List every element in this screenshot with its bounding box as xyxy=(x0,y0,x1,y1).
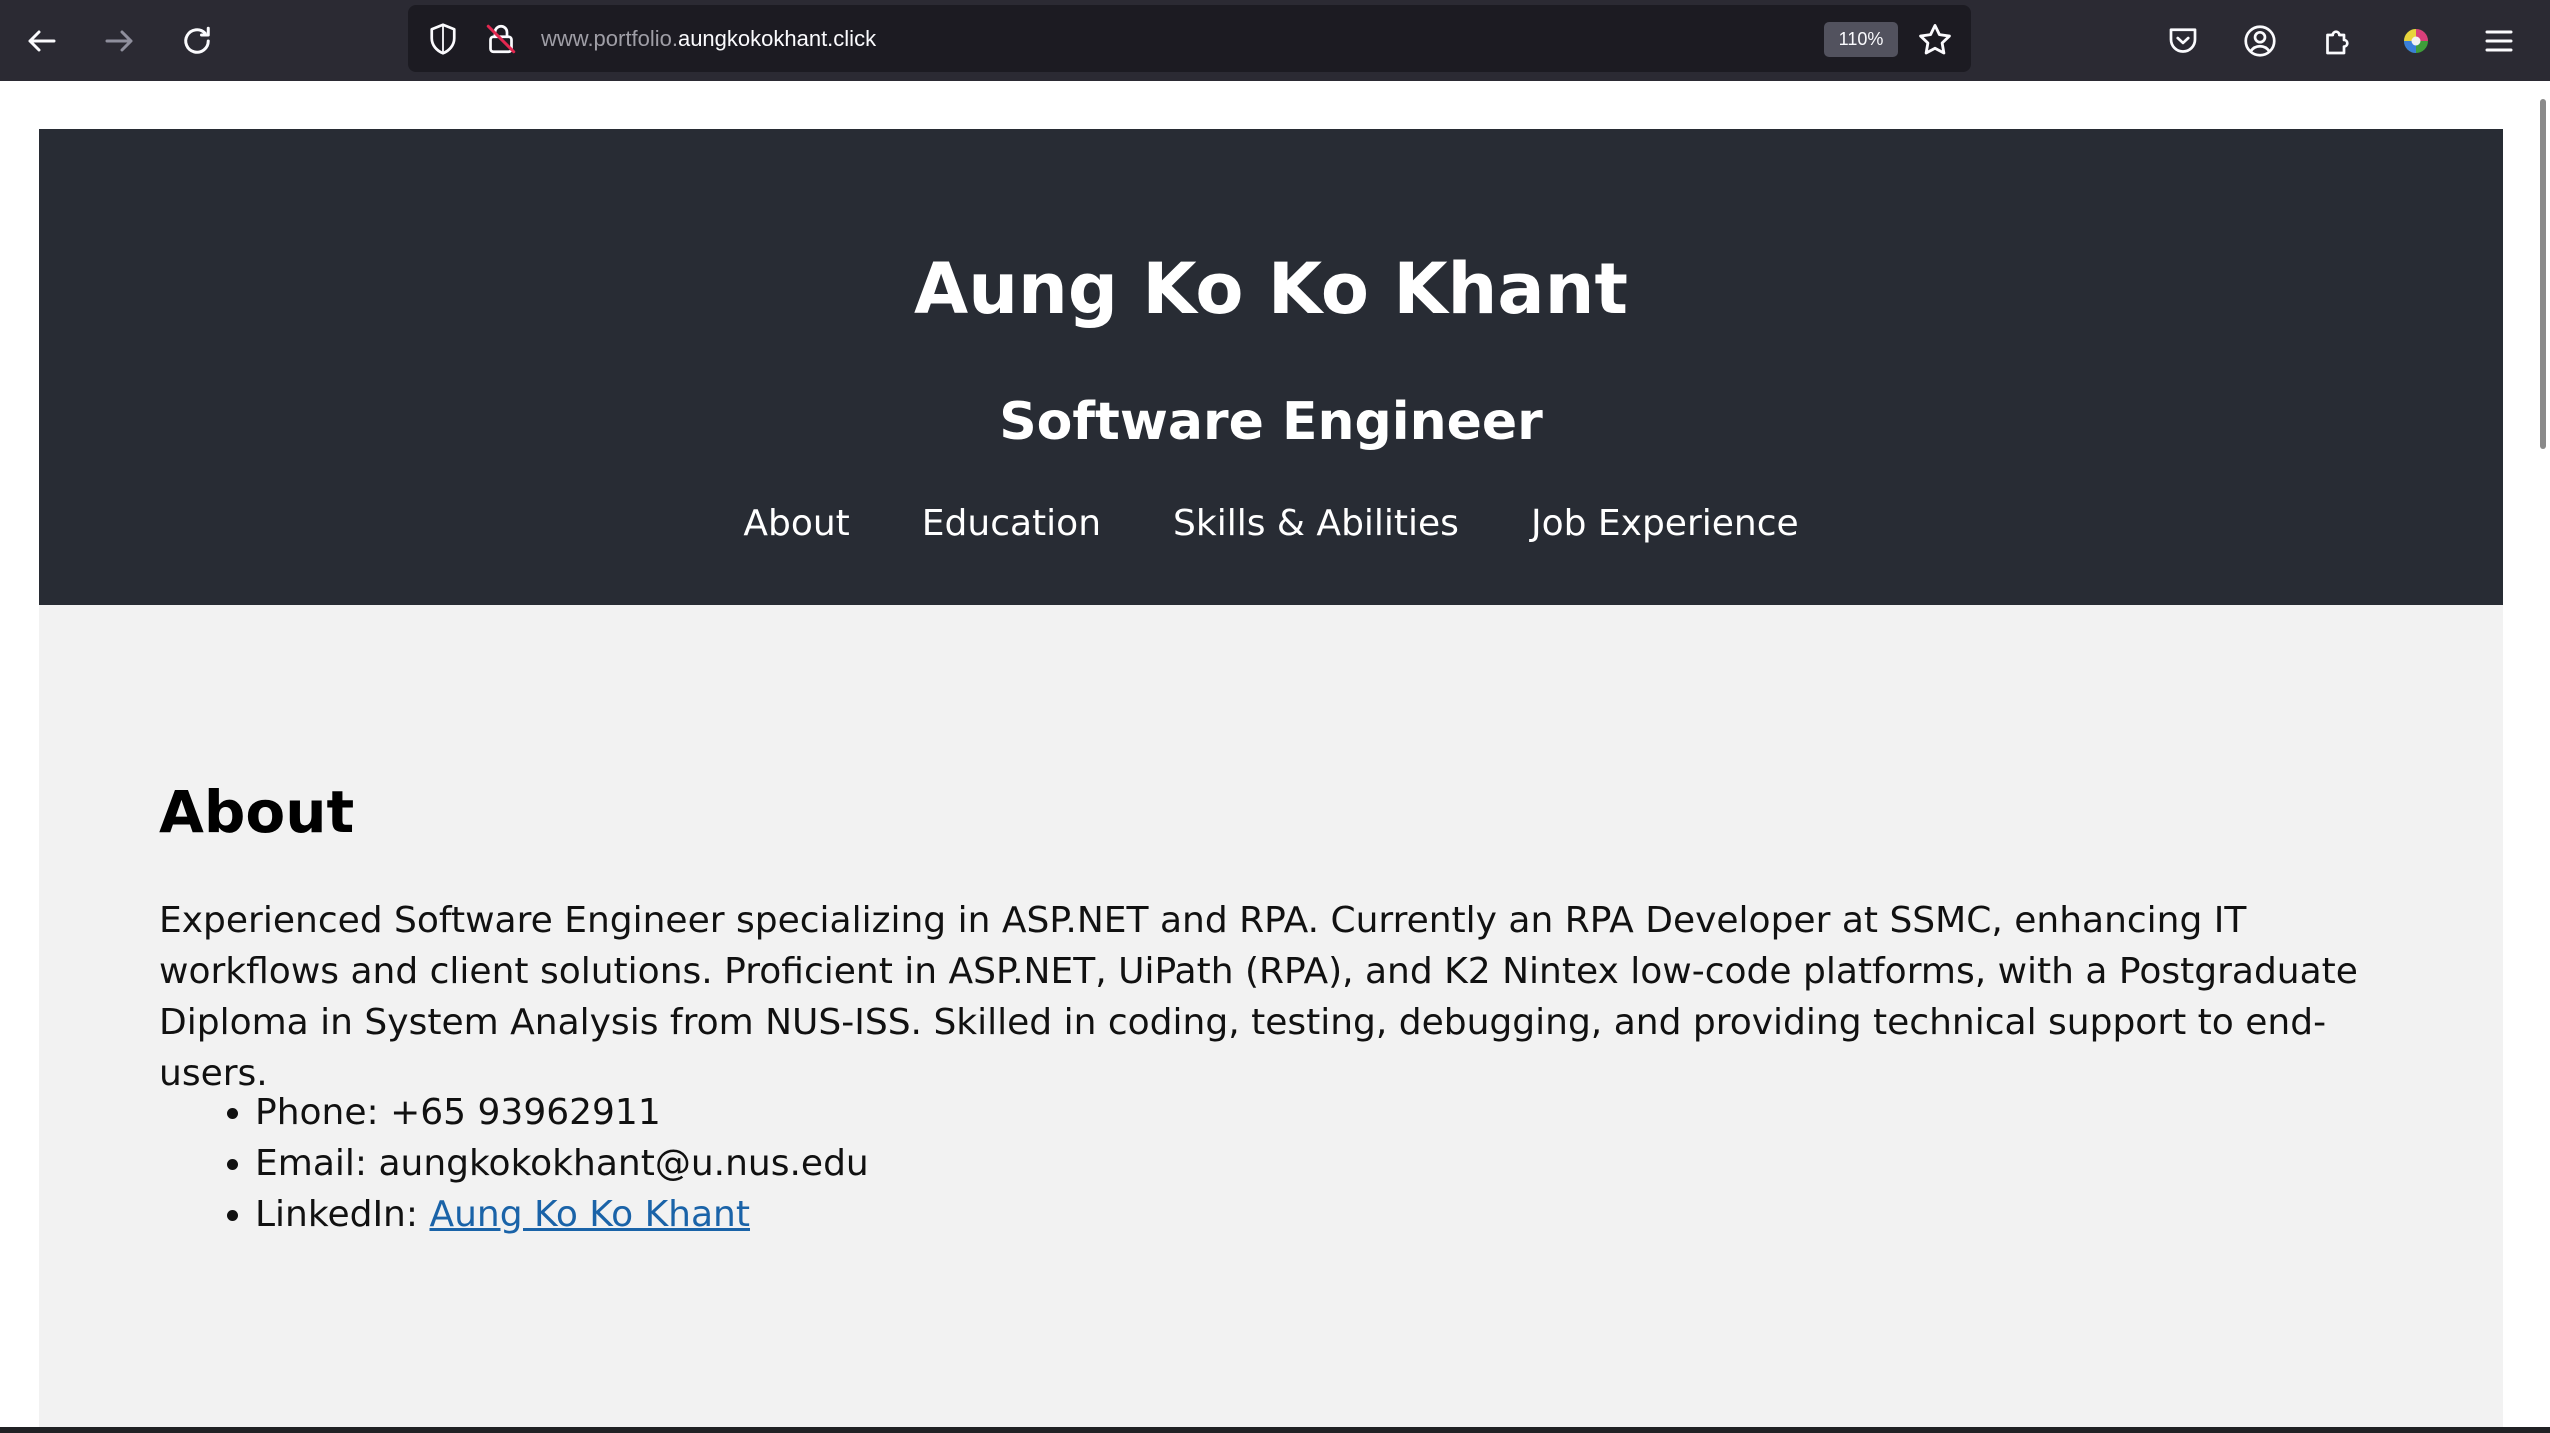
about-description: Experienced Software Engineer specializi… xyxy=(159,900,2358,1094)
zoom-level-button[interactable]: 110% xyxy=(1824,22,1898,57)
contact-email: Email: aungkokokhant@u.nus.edu xyxy=(255,1138,869,1189)
contact-phone: Phone: +65 93962911 xyxy=(255,1087,869,1138)
site-security-button[interactable] xyxy=(483,21,519,57)
url-prefix: www.portfolio. xyxy=(541,26,678,51)
profile-extension-button[interactable] xyxy=(2387,12,2445,70)
hamburger-menu-icon xyxy=(2485,30,2513,52)
reload-icon xyxy=(184,26,210,54)
nav-link-about[interactable]: About xyxy=(743,499,849,549)
site-header: Aung Ko Ko Khant Software Engineer About… xyxy=(39,129,2503,605)
about-section: About Experienced Software Engineer spec… xyxy=(39,605,2503,1429)
tracking-protection-button[interactable] xyxy=(425,21,461,57)
window-bottom-edge xyxy=(0,1427,2550,1433)
page-viewport: Aung Ko Ko Khant Software Engineer About… xyxy=(0,81,2550,1429)
account-button[interactable] xyxy=(2231,12,2289,70)
linkedin-link[interactable]: Aung Ko Ko Khant xyxy=(429,1194,750,1235)
pocket-button[interactable] xyxy=(2154,12,2212,70)
about-title: About xyxy=(159,778,355,846)
star-icon xyxy=(1919,24,1951,55)
extensions-button[interactable] xyxy=(2309,12,2367,70)
arrow-right-icon xyxy=(105,30,133,52)
url-text[interactable]: www.portfolio.aungkokokhant.click xyxy=(541,25,876,53)
colorful-extension-icon xyxy=(2404,29,2428,53)
account-icon xyxy=(2244,25,2276,57)
pocket-icon xyxy=(2169,28,2197,53)
nav-link-job-experience[interactable]: Job Experience xyxy=(1531,499,1799,549)
linkedin-label: LinkedIn: xyxy=(255,1194,430,1235)
contact-linkedin: LinkedIn: Aung Ko Ko Khant xyxy=(255,1189,869,1240)
nav-link-skills[interactable]: Skills & Abilities xyxy=(1173,499,1459,549)
back-button[interactable] xyxy=(13,12,71,70)
site-role: Software Engineer xyxy=(999,392,1543,452)
bookmark-button[interactable] xyxy=(1916,21,1954,59)
contact-list: Phone: +65 93962911 Email: aungkokokhant… xyxy=(159,1087,869,1240)
lock-insecure-icon xyxy=(486,24,516,54)
page-scrollbar[interactable] xyxy=(2540,99,2546,449)
forward-button[interactable] xyxy=(90,12,148,70)
site-nav: About Education Skills & Abilities Job E… xyxy=(39,499,2503,549)
browser-toolbar: www.portfolio.aungkokokhant.click 110% xyxy=(0,0,2550,81)
reload-button[interactable] xyxy=(168,12,226,70)
puzzle-icon xyxy=(2326,30,2349,55)
app-menu-button[interactable] xyxy=(2470,12,2528,70)
shield-icon xyxy=(430,23,456,55)
nav-link-education[interactable]: Education xyxy=(922,499,1101,549)
arrow-left-icon xyxy=(28,30,56,52)
url-domain: aungkokokhant.click xyxy=(677,26,877,51)
url-bar[interactable]: www.portfolio.aungkokokhant.click 110% xyxy=(408,5,1971,72)
site-name: Aung Ko Ko Khant xyxy=(914,248,1628,330)
